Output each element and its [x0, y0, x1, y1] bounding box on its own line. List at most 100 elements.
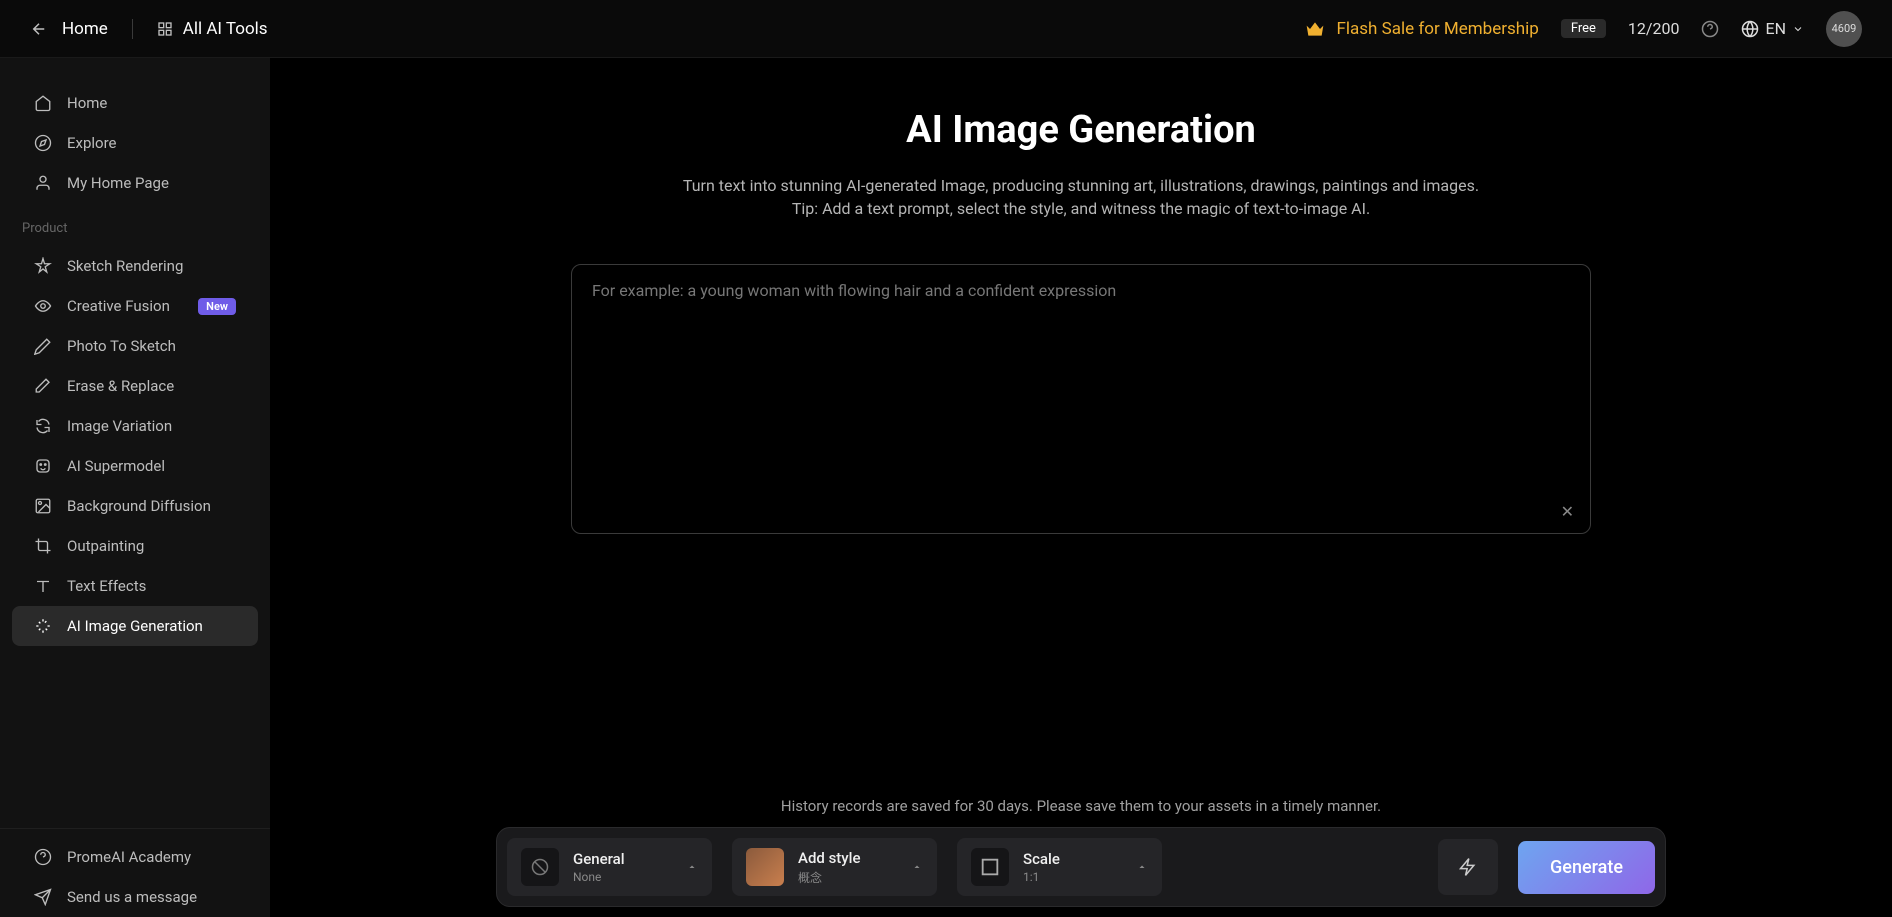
sidebar-item-explore[interactable]: Explore [12, 123, 258, 163]
back-home-button[interactable]: Home [30, 19, 108, 39]
sidebar-item-image-variation[interactable]: Image Variation [12, 406, 258, 446]
option-title: General [573, 850, 625, 868]
sidebar-item-background-diffusion[interactable]: Background Diffusion [12, 486, 258, 526]
sidebar-item-label: Erase & Replace [67, 377, 174, 395]
sidebar-item-send-message[interactable]: Send us a message [12, 877, 258, 917]
top-nav-right: Flash Sale for Membership Free 12/200 EN… [1305, 11, 1863, 47]
globe-icon [1741, 20, 1759, 38]
sidebar-item-photo-to-sketch[interactable]: Photo To Sketch [12, 326, 258, 366]
chevron-up-icon [911, 861, 923, 873]
send-icon [34, 888, 52, 906]
generate-button[interactable]: Generate [1518, 841, 1655, 894]
generate-label: Generate [1550, 857, 1623, 878]
sidebar-bottom: PromeAI Academy Send us a message [0, 828, 270, 917]
option-sub: 1:1 [1023, 870, 1060, 884]
crop-icon [34, 537, 52, 555]
prompt-input[interactable] [592, 281, 1570, 517]
divider [132, 19, 133, 39]
new-badge: New [198, 298, 236, 315]
sidebar-item-label: Photo To Sketch [67, 337, 176, 355]
sidebar-item-text-effects[interactable]: Text Effects [12, 566, 258, 606]
sidebar-item-label: Background Diffusion [67, 497, 211, 515]
sidebar-item-label: Sketch Rendering [67, 257, 183, 275]
star-icon [34, 257, 52, 275]
enhance-button[interactable] [1438, 839, 1498, 895]
option-texts: Scale 1:1 [1023, 850, 1060, 884]
style-thumbnail [746, 848, 784, 886]
sidebar-item-erase-replace[interactable]: Erase & Replace [12, 366, 258, 406]
option-sub: 概念 [798, 869, 861, 886]
prompt-box: ✕ [571, 264, 1591, 534]
pencil-icon [34, 337, 52, 355]
crown-icon [1305, 19, 1325, 39]
help-circle-icon [34, 848, 52, 866]
all-tools-button[interactable]: All AI Tools [157, 19, 268, 39]
clear-button[interactable]: ✕ [1561, 502, 1574, 521]
sidebar-item-home[interactable]: Home [12, 83, 258, 123]
close-icon: ✕ [1561, 502, 1574, 521]
chevron-up-icon [1136, 861, 1148, 873]
text-icon [34, 577, 52, 595]
sidebar-item-label: Explore [67, 134, 117, 152]
eraser-icon [34, 377, 52, 395]
face-icon [34, 457, 52, 475]
sidebar-item-label: Text Effects [67, 577, 146, 595]
avatar-label: 4609 [1832, 22, 1857, 35]
page-subtitle-2: Tip: Add a text prompt, select the style… [792, 199, 1370, 218]
avatar[interactable]: 4609 [1826, 11, 1862, 47]
sidebar-item-academy[interactable]: PromeAI Academy [12, 837, 258, 877]
language-selector[interactable]: EN [1741, 19, 1804, 38]
help-icon[interactable] [1701, 20, 1719, 38]
chevron-up-icon [686, 861, 698, 873]
top-nav: Home All AI Tools Flash Sale for Members… [0, 0, 1892, 58]
sidebar: Home Explore My Home Page Product Sketch… [0, 58, 270, 917]
sidebar-item-label: Outpainting [67, 537, 144, 555]
eye-icon [34, 297, 52, 315]
sidebar-item-label: My Home Page [67, 174, 169, 192]
sidebar-item-ai-supermodel[interactable]: AI Supermodel [12, 446, 258, 486]
main-layout: Home Explore My Home Page Product Sketch… [0, 58, 1892, 917]
all-tools-label: All AI Tools [183, 19, 268, 39]
sidebar-item-sketch-rendering[interactable]: Sketch Rendering [12, 246, 258, 286]
user-icon [34, 174, 52, 192]
sidebar-item-label: Image Variation [67, 417, 172, 435]
page-subtitle-1: Turn text into stunning AI-generated Ima… [683, 176, 1479, 195]
flash-sale-link[interactable]: Flash Sale for Membership [1305, 19, 1539, 39]
refresh-icon [34, 417, 52, 435]
option-sub: None [573, 870, 625, 884]
sidebar-item-ai-image-generation[interactable]: AI Image Generation [12, 606, 258, 646]
credit-counter: 12/200 [1628, 19, 1680, 38]
sidebar-item-label: PromeAI Academy [67, 848, 191, 866]
main-content: AI Image Generation Turn text into stunn… [270, 58, 1892, 917]
sidebar-item-label: Send us a message [67, 888, 197, 906]
sidebar-item-outpainting[interactable]: Outpainting [12, 526, 258, 566]
grid-icon [157, 21, 173, 37]
home-icon [34, 94, 52, 112]
back-arrow-icon [30, 20, 48, 38]
sparkle-icon [34, 617, 52, 635]
option-general[interactable]: General None [507, 838, 712, 896]
option-title: Add style [798, 849, 861, 867]
ratio-icon [971, 848, 1009, 886]
option-scale[interactable]: Scale 1:1 [957, 838, 1162, 896]
top-nav-left: Home All AI Tools [30, 19, 268, 39]
flash-sale-label: Flash Sale for Membership [1337, 19, 1539, 39]
sidebar-item-label: AI Image Generation [67, 617, 203, 635]
lightning-icon [1458, 857, 1478, 877]
option-texts: General None [573, 850, 625, 884]
sidebar-item-creative-fusion[interactable]: Creative Fusion New [12, 286, 258, 326]
none-icon [521, 848, 559, 886]
section-label-product: Product [0, 203, 270, 246]
history-note: History records are saved for 30 days. P… [781, 797, 1381, 815]
sidebar-item-my-home[interactable]: My Home Page [12, 163, 258, 203]
option-title: Scale [1023, 850, 1060, 868]
compass-icon [34, 134, 52, 152]
page-title: AI Image Generation [906, 108, 1256, 152]
language-label: EN [1765, 19, 1786, 38]
sidebar-item-label: AI Supermodel [67, 457, 165, 475]
option-style[interactable]: Add style 概念 [732, 838, 937, 896]
free-badge: Free [1561, 19, 1606, 38]
sidebar-item-label: Home [67, 94, 107, 112]
chevron-down-icon [1792, 23, 1804, 35]
home-label: Home [62, 19, 108, 39]
